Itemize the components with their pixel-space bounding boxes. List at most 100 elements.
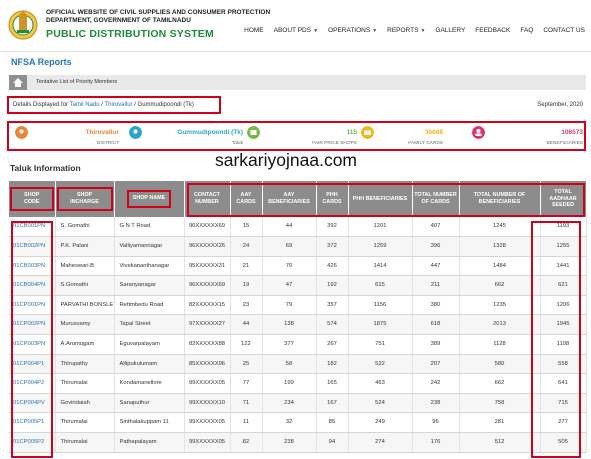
shop-code-link[interactable]: 01CP004P1: [9, 354, 56, 375]
total-cards: 207: [412, 354, 460, 375]
total-cards: 96: [412, 412, 460, 434]
total-beneficiaries: 662: [459, 373, 541, 394]
shop-code-link[interactable]: 01CB003PN: [9, 256, 56, 277]
shop-code-link[interactable]: 01CP004PV: [9, 393, 56, 414]
shop-code-link[interactable]: 01CB004PN: [9, 275, 56, 296]
aay-cards: 77: [230, 373, 263, 394]
phh-beneficiaries: 1201: [348, 217, 413, 238]
col-header-aay-cards[interactable]: AAY CARDS: [230, 181, 263, 217]
fair-price-shops-value: 115: [346, 129, 358, 136]
shop-name: Pathapalayam: [114, 432, 185, 453]
main-nav: HOME ABOUT PDS ▼ OPERATIONS ▼ REPORTS ▼ GAL…: [244, 27, 585, 34]
aay-cards: 19: [230, 275, 263, 296]
nav-feedback[interactable]: FEEDBACK: [475, 27, 510, 34]
shop-code-link[interactable]: 01CP005P1: [9, 412, 56, 434]
shop-incharge: Maheswari.B: [55, 256, 115, 277]
total-beneficiaries: 662: [459, 275, 541, 296]
total-cards: 447: [412, 256, 460, 277]
total-aadhaar-seeded: 621: [540, 275, 587, 296]
nav-contact-us[interactable]: CONTACT US: [543, 27, 585, 34]
shop-code-link[interactable]: 01CP004P2: [9, 373, 56, 394]
nav-about-pds[interactable]: ABOUT PDS ▼: [274, 27, 318, 34]
chevron-down-icon: ▼: [313, 27, 319, 34]
shop-name: Sinthalakuppam 11: [114, 412, 185, 434]
table-row: 01CB003PN Maheswari.B Vivekananthanagar 95X…: [9, 256, 587, 277]
shop-name: G N T Road: [114, 217, 185, 238]
col-header-total-aadhaar-seeded[interactable]: TOTAL AADHAAR SEEDED: [540, 181, 587, 217]
taluk-value: Gummudipoondi (Tk): [177, 129, 243, 136]
phh-beneficiaries: 1875: [348, 314, 413, 336]
phh-beneficiaries: 249: [348, 412, 413, 434]
col-header-phh-beneficiaries[interactable]: PHH BENEFICIARIES: [348, 181, 413, 217]
shop-code-link[interactable]: 01CB002PN: [9, 236, 56, 257]
shop-code-link[interactable]: 01CP001PN: [9, 295, 56, 316]
total-beneficiaries: 580: [459, 354, 541, 375]
col-header-phh-cards[interactable]: PHH CARDS: [316, 181, 349, 217]
col-header-shop-incharge[interactable]: SHOP INCHARGE: [55, 181, 115, 217]
phh-cards: 85: [316, 412, 349, 434]
aay-beneficiaries: 199: [262, 373, 317, 394]
breadcrumb-taluk: Gummudipoondi (Tk): [137, 102, 194, 108]
summary-strip: Thiruvallur DISTRICT Gummudipoondi (Tk) …: [7, 121, 586, 151]
total-aadhaar-seeded: 641: [540, 373, 587, 394]
total-beneficiaries: 281: [459, 412, 541, 434]
phh-cards: 372: [316, 236, 349, 257]
table-row: 01CB001PN S. Gomathi G N T Road 96XXXXXX69 1…: [9, 217, 587, 238]
shop-name: Kondamanellore: [114, 373, 185, 394]
card-icon: [361, 126, 374, 139]
col-header-total-cards[interactable]: TOTAL NUMBER OF CARDS: [412, 181, 460, 217]
phh-cards: 574: [316, 314, 349, 336]
nav-faq[interactable]: FAQ: [520, 27, 533, 34]
total-beneficiaries: 1245: [459, 217, 541, 238]
report-month: September, 2020: [537, 102, 583, 108]
shop-code-link[interactable]: 01CP005P2: [9, 432, 56, 453]
summary-taluk: Gummudipoondi (Tk) Taluk: [127, 123, 245, 149]
total-cards: 407: [412, 217, 460, 238]
nav-reports[interactable]: REPORTS ▼: [387, 27, 425, 34]
nav-gallery[interactable]: GALLERY: [435, 27, 465, 34]
breadcrumb-state-link[interactable]: Tamil Nadu: [70, 102, 100, 108]
shop-name: Tapal Street: [114, 314, 185, 336]
col-header-total-beneficiaries[interactable]: TOTAL NUMBER OF BENEFICIARIES: [459, 181, 541, 217]
taluk-shop-table: SHOP CODE SHOP INCHARGE SHOP NAME CONTAC…: [9, 181, 587, 453]
col-header-contact-number[interactable]: CONTACT NUMBER: [184, 181, 231, 217]
shop-incharge: Murusvamy: [55, 314, 115, 336]
nav-home[interactable]: HOME: [244, 27, 264, 34]
shop-name: Sanaputhur: [114, 393, 185, 414]
phh-beneficiaries: 1414: [348, 256, 413, 277]
phh-cards: 165: [316, 373, 349, 394]
aay-cards: 25: [230, 354, 263, 375]
aay-cards: 122: [230, 334, 263, 355]
total-cards: 396: [412, 236, 460, 257]
shop-name: Saranyanagar: [114, 275, 185, 296]
nav-operations[interactable]: OPERATIONS ▼: [328, 27, 377, 34]
table-row: 01CP001PN PARVATHI BONSLE Rettmbedu Road 82…: [9, 295, 587, 316]
total-beneficiaries: 512: [459, 432, 541, 453]
shop-code-link[interactable]: 01CP003PN: [9, 334, 56, 355]
breadcrumb-district-link[interactable]: Thiruvallur: [105, 102, 133, 108]
phh-beneficiaries: 1259: [348, 236, 413, 257]
col-header-aay-beneficiaries[interactable]: AAY BENEFICIARIES: [262, 181, 317, 217]
shop-code-link[interactable]: 01CP002PN: [9, 314, 56, 336]
phh-cards: 426: [316, 256, 349, 277]
summary-family-cards: 36608 FAMILY CARDS: [361, 123, 443, 149]
home-button[interactable]: [9, 75, 27, 90]
aay-cards: 44: [230, 314, 263, 336]
site-header: OFFICIAL WEBSITE OF CIVIL SUPPLIES AND C…: [0, 0, 591, 52]
summary-district: Thiruvallur DISTRICT: [9, 123, 121, 149]
aay-beneficiaries: 58: [262, 354, 317, 375]
phh-cards: 267: [316, 334, 349, 355]
total-aadhaar-seeded: 1206: [540, 295, 587, 316]
shop-code-link[interactable]: 01CB001PN: [9, 217, 56, 238]
site-title[interactable]: PUBLIC DISTRIBUTION SYSTEM: [46, 28, 214, 40]
family-cards-value: 36608: [424, 129, 443, 136]
col-header-shop-name[interactable]: SHOP NAME: [114, 181, 185, 217]
beneficiaries-value: 106573: [561, 129, 583, 136]
phh-beneficiaries: 751: [348, 334, 413, 355]
tamilnadu-emblem-icon: [8, 10, 38, 40]
shop-name: Allipukulumam: [114, 354, 185, 375]
fair-price-shops-label: FAIR PRICE SHOPS: [312, 141, 357, 146]
total-beneficiaries: 1235: [459, 295, 541, 316]
separator: /: [101, 102, 103, 108]
col-header-shop-code[interactable]: SHOP CODE: [9, 181, 56, 217]
